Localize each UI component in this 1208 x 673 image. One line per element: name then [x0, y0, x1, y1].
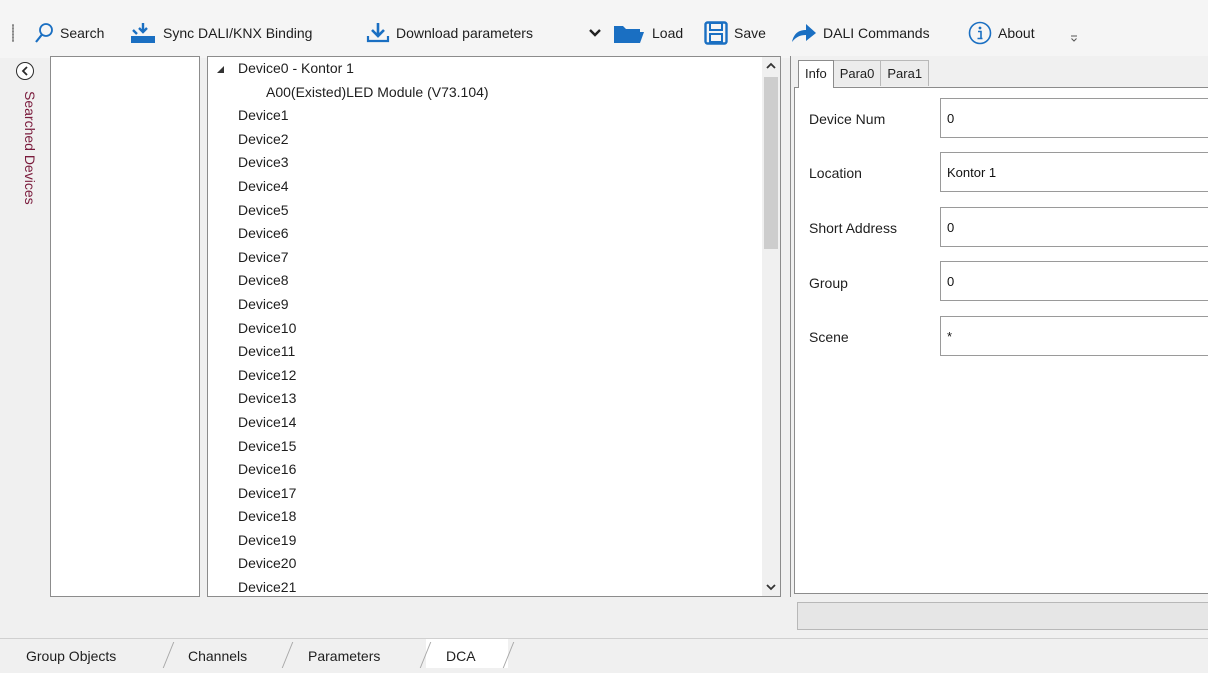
short-address-field[interactable]	[940, 207, 1208, 247]
tree-node-device[interactable]: Device16	[208, 458, 763, 482]
expander-icon[interactable]	[217, 66, 224, 73]
tab-para1[interactable]: Para1	[880, 60, 930, 86]
tree-node-device[interactable]: Device9	[208, 293, 763, 317]
device-tree[interactable]: Device0 - Kontor 1 A00(Existed)LED Modul…	[207, 56, 781, 597]
tree-node-device[interactable]: Device12	[208, 364, 763, 388]
tree-node-label: A00(Existed)LED Module (V73.104)	[266, 83, 489, 100]
toolbar: Search Sync DALI/KNX Binding Download pa…	[0, 0, 1208, 58]
toolbar-grip[interactable]	[12, 24, 14, 42]
dropdown-arrow-icon	[589, 29, 601, 37]
about-button[interactable]: About	[968, 20, 1035, 46]
arrow-right-icon	[792, 24, 816, 42]
collapse-side-panel-button[interactable]	[16, 62, 34, 80]
search-button[interactable]: Search	[34, 20, 104, 46]
tree-rows: Device0 - Kontor 1 A00(Existed)LED Modul…	[208, 57, 763, 596]
progress-bar	[797, 602, 1208, 630]
tree-node-device[interactable]: Device19	[208, 529, 763, 553]
search-label: Search	[60, 25, 105, 41]
tree-node-device[interactable]: Device13	[208, 387, 763, 411]
folder-icon	[614, 26, 644, 43]
tree-node-device[interactable]: Device15	[208, 435, 763, 459]
tree-node-device[interactable]: Device6	[208, 222, 763, 246]
tree-node-device[interactable]: Device1	[208, 104, 763, 128]
tree-node-device[interactable]: Device21	[208, 576, 763, 596]
dali-commands-button[interactable]: DALI Commands	[791, 20, 930, 46]
download-parameters-button[interactable]: Download parameters	[366, 20, 533, 46]
chevron-down-icon	[766, 584, 776, 591]
sync-binding-button[interactable]: Sync DALI/KNX Binding	[129, 20, 312, 46]
tab-separator	[281, 642, 294, 668]
tree-node-device[interactable]: Device7	[208, 246, 763, 270]
group-label: Group	[809, 275, 848, 291]
tab-info[interactable]: Info	[798, 60, 834, 88]
tree-node-device[interactable]: Device18	[208, 505, 763, 529]
property-tabs: Info Para0 Para1	[798, 60, 930, 88]
chevron-left-icon	[21, 66, 28, 76]
download-dropdown-button[interactable]	[589, 20, 601, 46]
tree-node-module[interactable]: A00(Existed)LED Module (V73.104)	[208, 81, 763, 105]
tab-channels[interactable]: Channels	[188, 639, 247, 668]
location-field[interactable]	[940, 152, 1208, 192]
scene-field[interactable]	[940, 316, 1208, 356]
load-label: Load	[652, 25, 684, 41]
tab-group-objects[interactable]: Group Objects	[26, 639, 116, 668]
tree-node-device[interactable]: Device11	[208, 340, 763, 364]
sync-label: Sync DALI/KNX Binding	[163, 25, 313, 41]
tab-separator	[162, 642, 175, 668]
device-num-label: Device Num	[809, 111, 886, 127]
search-icon	[35, 23, 53, 43]
tab-dca[interactable]: DCA	[446, 639, 476, 668]
toolbar-overflow-icon[interactable]	[1070, 34, 1078, 42]
bottom-tab-bar: Group Objects Channels Parameters DCA	[0, 638, 1208, 668]
save-label: Save	[734, 25, 766, 41]
location-label: Location	[809, 165, 862, 181]
searched-devices-tab[interactable]: Searched Devices	[22, 91, 38, 205]
short-address-label: Short Address	[809, 220, 897, 236]
scroll-thumb[interactable]	[764, 77, 778, 249]
tree-node-device[interactable]: Device4	[208, 175, 763, 199]
tree-node-device[interactable]: Device5	[208, 199, 763, 223]
tree-node-label: Device0 - Kontor 1	[238, 60, 354, 76]
tree-node-device[interactable]: Device8	[208, 269, 763, 293]
tree-node-device[interactable]: Device17	[208, 482, 763, 506]
download-icon	[366, 23, 390, 43]
save-button[interactable]: Save	[704, 20, 766, 46]
tab-parameters[interactable]: Parameters	[308, 639, 380, 668]
tree-node-device[interactable]: Device2	[208, 128, 763, 152]
scroll-down-button[interactable]	[762, 578, 780, 596]
tree-node-device[interactable]: Device20	[208, 552, 763, 576]
load-button[interactable]: Load	[612, 20, 683, 46]
scene-label: Scene	[809, 329, 849, 345]
dali-commands-label: DALI Commands	[823, 25, 930, 41]
save-icon	[704, 21, 728, 45]
tree-node-device[interactable]: Device14	[208, 411, 763, 435]
group-field[interactable]	[940, 261, 1208, 301]
scroll-up-button[interactable]	[762, 57, 780, 75]
device-num-field[interactable]	[940, 98, 1208, 138]
searched-devices-list[interactable]	[50, 56, 200, 597]
tree-node-device0[interactable]: Device0 - Kontor 1	[208, 57, 763, 81]
chevron-up-icon	[766, 62, 776, 69]
tab-para0[interactable]: Para0	[832, 60, 882, 86]
info-icon	[968, 21, 992, 45]
sync-icon	[131, 23, 155, 43]
download-label: Download parameters	[396, 25, 533, 41]
tree-scrollbar[interactable]	[762, 57, 780, 596]
tree-node-device[interactable]: Device10	[208, 317, 763, 341]
about-label: About	[998, 25, 1035, 41]
tree-node-device[interactable]: Device3	[208, 151, 763, 175]
